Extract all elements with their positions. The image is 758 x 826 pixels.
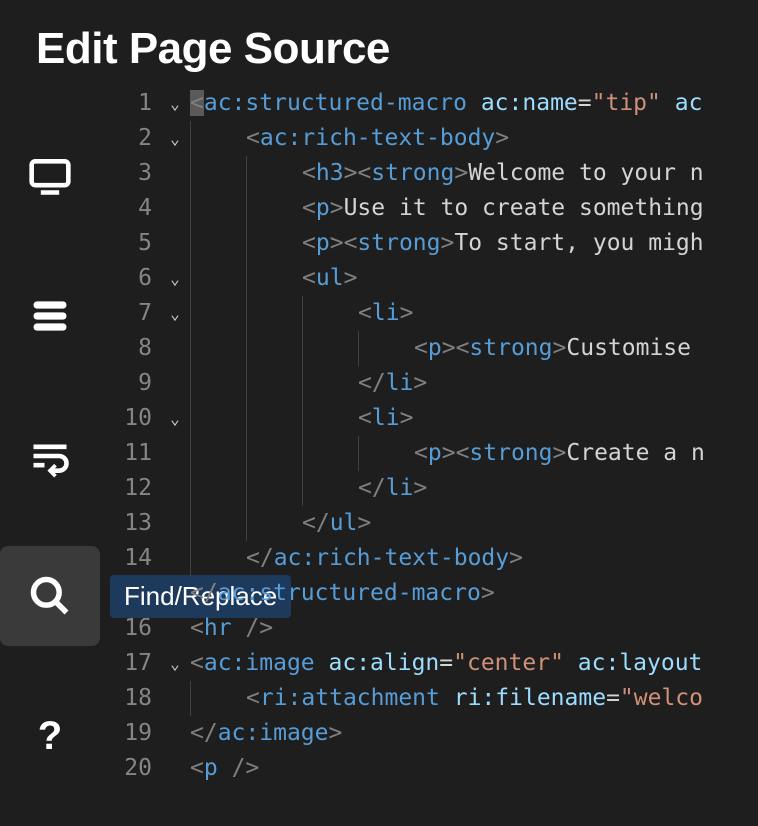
line-number: 6 [100,261,160,296]
line-number: 14 [100,541,160,576]
gutter-row: 6⌄ [100,261,190,296]
code-line[interactable]: <ac:structured-macro ac:name="tip" ac [190,86,758,121]
code-line[interactable]: <hr /> [190,611,758,646]
monitor-icon [28,154,72,198]
fold-chevron-icon[interactable]: ⌄ [160,86,190,121]
wrap-button[interactable] [0,406,100,506]
line-number: 9 [100,366,160,401]
gutter-row: 20 [100,751,190,786]
line-number: 12 [100,471,160,506]
gutter-row: 7⌄ [100,296,190,331]
gutter-row: 10⌄ [100,401,190,436]
search-icon [28,574,72,618]
code-line[interactable]: <ac:image ac:align="center" ac:layout [190,646,758,681]
line-number: 17 [100,646,160,681]
line-number: 19 [100,716,160,751]
fold-chevron-icon[interactable]: ⌄ [160,401,190,436]
code-line[interactable]: <p><strong>Customise [190,331,758,366]
help-button[interactable]: ? [0,686,100,786]
code-line[interactable]: <ac:rich-text-body> [190,121,758,156]
page-title: Edit Page Source [36,24,722,74]
line-number: 2 [100,121,160,156]
wrap-icon [28,434,72,478]
line-number: 20 [100,751,160,786]
gutter: 1⌄2⌄3456⌄7⌄8910⌄11121314151617⌄181920 [100,86,190,812]
code-line[interactable]: <ul> [190,261,758,296]
gutter-row: 2⌄ [100,121,190,156]
gutter-row: 14 [100,541,190,576]
gutter-row: 18 [100,681,190,716]
gutter-row: 19 [100,716,190,751]
gutter-row: 11 [100,436,190,471]
gutter-row: 8 [100,331,190,366]
line-number: 10 [100,401,160,436]
code-line[interactable]: </ac:image> [190,716,758,751]
line-number: 11 [100,436,160,471]
preview-button[interactable] [0,126,100,226]
code-line[interactable]: <li> [190,296,758,331]
code-line[interactable]: </ul> [190,506,758,541]
line-number: 13 [100,506,160,541]
line-number: 5 [100,226,160,261]
gutter-row: 9 [100,366,190,401]
sidebar: Find/Replace ? [0,86,100,812]
line-number: 7 [100,296,160,331]
gutter-row: 17⌄ [100,646,190,681]
data-button[interactable] [0,266,100,366]
code-content[interactable]: <ac:structured-macro ac:name="tip" ac<ac… [190,86,758,812]
code-line[interactable]: <p>Use it to create something [190,191,758,226]
help-icon: ? [38,714,62,759]
gutter-row: 4 [100,191,190,226]
code-line[interactable]: <p><strong>To start, you migh [190,226,758,261]
fold-chevron-icon[interactable]: ⌄ [160,261,190,296]
line-number: 4 [100,191,160,226]
code-line[interactable]: <p /> [190,751,758,786]
find-replace-button[interactable]: Find/Replace [0,546,100,646]
code-line[interactable]: <ri:attachment ri:filename="welco [190,681,758,716]
stack-icon [28,294,72,338]
gutter-row: 3 [100,156,190,191]
gutter-row: 1⌄ [100,86,190,121]
code-editor[interactable]: 1⌄2⌄3456⌄7⌄8910⌄11121314151617⌄181920 <a… [100,86,758,812]
code-line[interactable]: <h3><strong>Welcome to your n [190,156,758,191]
header: Edit Page Source [0,0,758,86]
code-line[interactable]: <li> [190,401,758,436]
main-area: Find/Replace ? 1⌄2⌄3456⌄7⌄8910⌄111213141… [0,86,758,812]
gutter-row: 5 [100,226,190,261]
gutter-row: 12 [100,471,190,506]
fold-chevron-icon[interactable]: ⌄ [160,296,190,331]
line-number: 8 [100,331,160,366]
line-number: 1 [100,86,160,121]
line-number: 18 [100,681,160,716]
code-line[interactable]: </li> [190,471,758,506]
fold-chevron-icon[interactable]: ⌄ [160,646,190,681]
code-line[interactable]: </ac:rich-text-body> [190,541,758,576]
code-line[interactable]: </ac:structured-macro> [190,576,758,611]
fold-chevron-icon[interactable]: ⌄ [160,121,190,156]
code-line[interactable]: <p><strong>Create a n [190,436,758,471]
gutter-row: 13 [100,506,190,541]
code-line[interactable]: </li> [190,366,758,401]
line-number: 3 [100,156,160,191]
